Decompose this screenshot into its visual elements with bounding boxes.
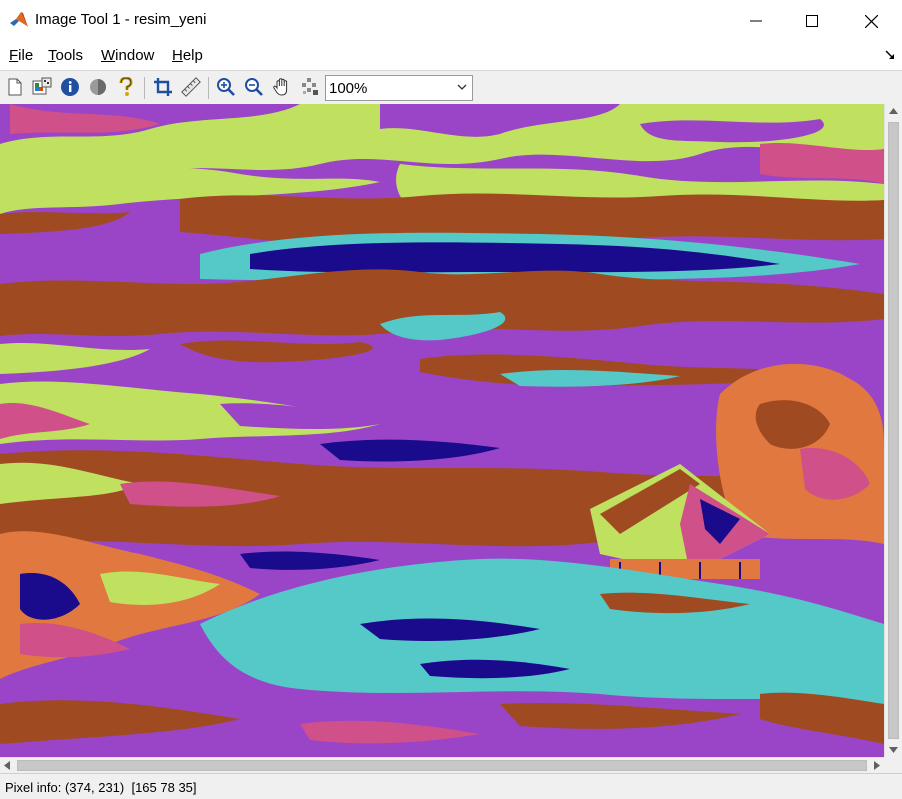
info-button[interactable] <box>59 76 81 98</box>
maximize-icon <box>806 15 818 27</box>
scroll-right-arrow-icon[interactable] <box>874 761 880 770</box>
zoom-out-icon <box>245 78 263 96</box>
dock-arrow-icon[interactable] <box>884 49 896 61</box>
help-icon <box>119 77 133 96</box>
crop-icon <box>154 78 172 96</box>
scroll-up-arrow-icon[interactable] <box>889 108 898 114</box>
close-icon <box>864 14 878 28</box>
pixel-region-button[interactable] <box>299 76 321 98</box>
scroll-down-arrow-icon[interactable] <box>889 747 898 753</box>
new-figure-button[interactable] <box>4 76 26 98</box>
menu-tools[interactable]: Tools <box>48 47 83 64</box>
image-information-icon <box>32 77 52 95</box>
menu-file[interactable]: File <box>9 47 33 64</box>
zoom-in-icon <box>217 78 235 96</box>
pixel-region-icon <box>302 78 318 95</box>
minimize-button[interactable] <box>727 0 785 42</box>
zoom-in-button[interactable] <box>215 76 237 98</box>
title-bar: Image Tool 1 - resim_yeni <box>0 0 902 43</box>
measure-distance-button[interactable] <box>180 76 202 98</box>
vertical-scroll-thumb[interactable] <box>888 122 899 739</box>
status-bar: Pixel info: (374, 231) [165 78 35] <box>0 773 902 799</box>
new-figure-icon <box>8 78 22 96</box>
help-button[interactable] <box>115 76 137 98</box>
chevron-down-icon <box>457 84 467 90</box>
info-icon <box>61 78 79 96</box>
pan-hand-button[interactable] <box>271 76 293 98</box>
toolbar-separator <box>208 77 209 99</box>
close-button[interactable] <box>842 0 900 42</box>
vertical-scrollbar[interactable] <box>884 104 902 757</box>
image-information-button[interactable] <box>31 76 53 98</box>
scroll-corner <box>884 757 902 773</box>
contrast-button[interactable] <box>87 76 109 98</box>
minimize-icon <box>750 20 762 22</box>
zoom-out-button[interactable] <box>243 76 265 98</box>
scroll-left-arrow-icon[interactable] <box>4 761 10 770</box>
contrast-icon <box>90 79 106 95</box>
zoom-level-value: 100% <box>329 80 368 97</box>
maximize-button[interactable] <box>783 0 841 42</box>
zoom-level-select[interactable]: 100% <box>325 75 473 101</box>
posterized-landscape-image <box>0 104 884 757</box>
horizontal-scroll-thumb[interactable] <box>17 760 867 771</box>
menu-bar: File Tools Window Help <box>0 42 902 70</box>
crop-button[interactable] <box>152 76 174 98</box>
measure-distance-icon <box>181 77 201 97</box>
toolbar: 100% <box>0 70 902 105</box>
horizontal-scrollbar[interactable] <box>0 757 884 773</box>
pan-hand-icon <box>273 78 288 96</box>
window-title: Image Tool 1 - resim_yeni <box>35 11 207 28</box>
image-display[interactable] <box>0 104 884 757</box>
matlab-logo-icon <box>10 12 28 27</box>
menu-window[interactable]: Window <box>101 47 154 64</box>
toolbar-separator <box>144 77 145 99</box>
menu-help[interactable]: Help <box>172 47 203 64</box>
pixel-info-text: Pixel info: (374, 231) [165 78 35] <box>5 780 197 795</box>
